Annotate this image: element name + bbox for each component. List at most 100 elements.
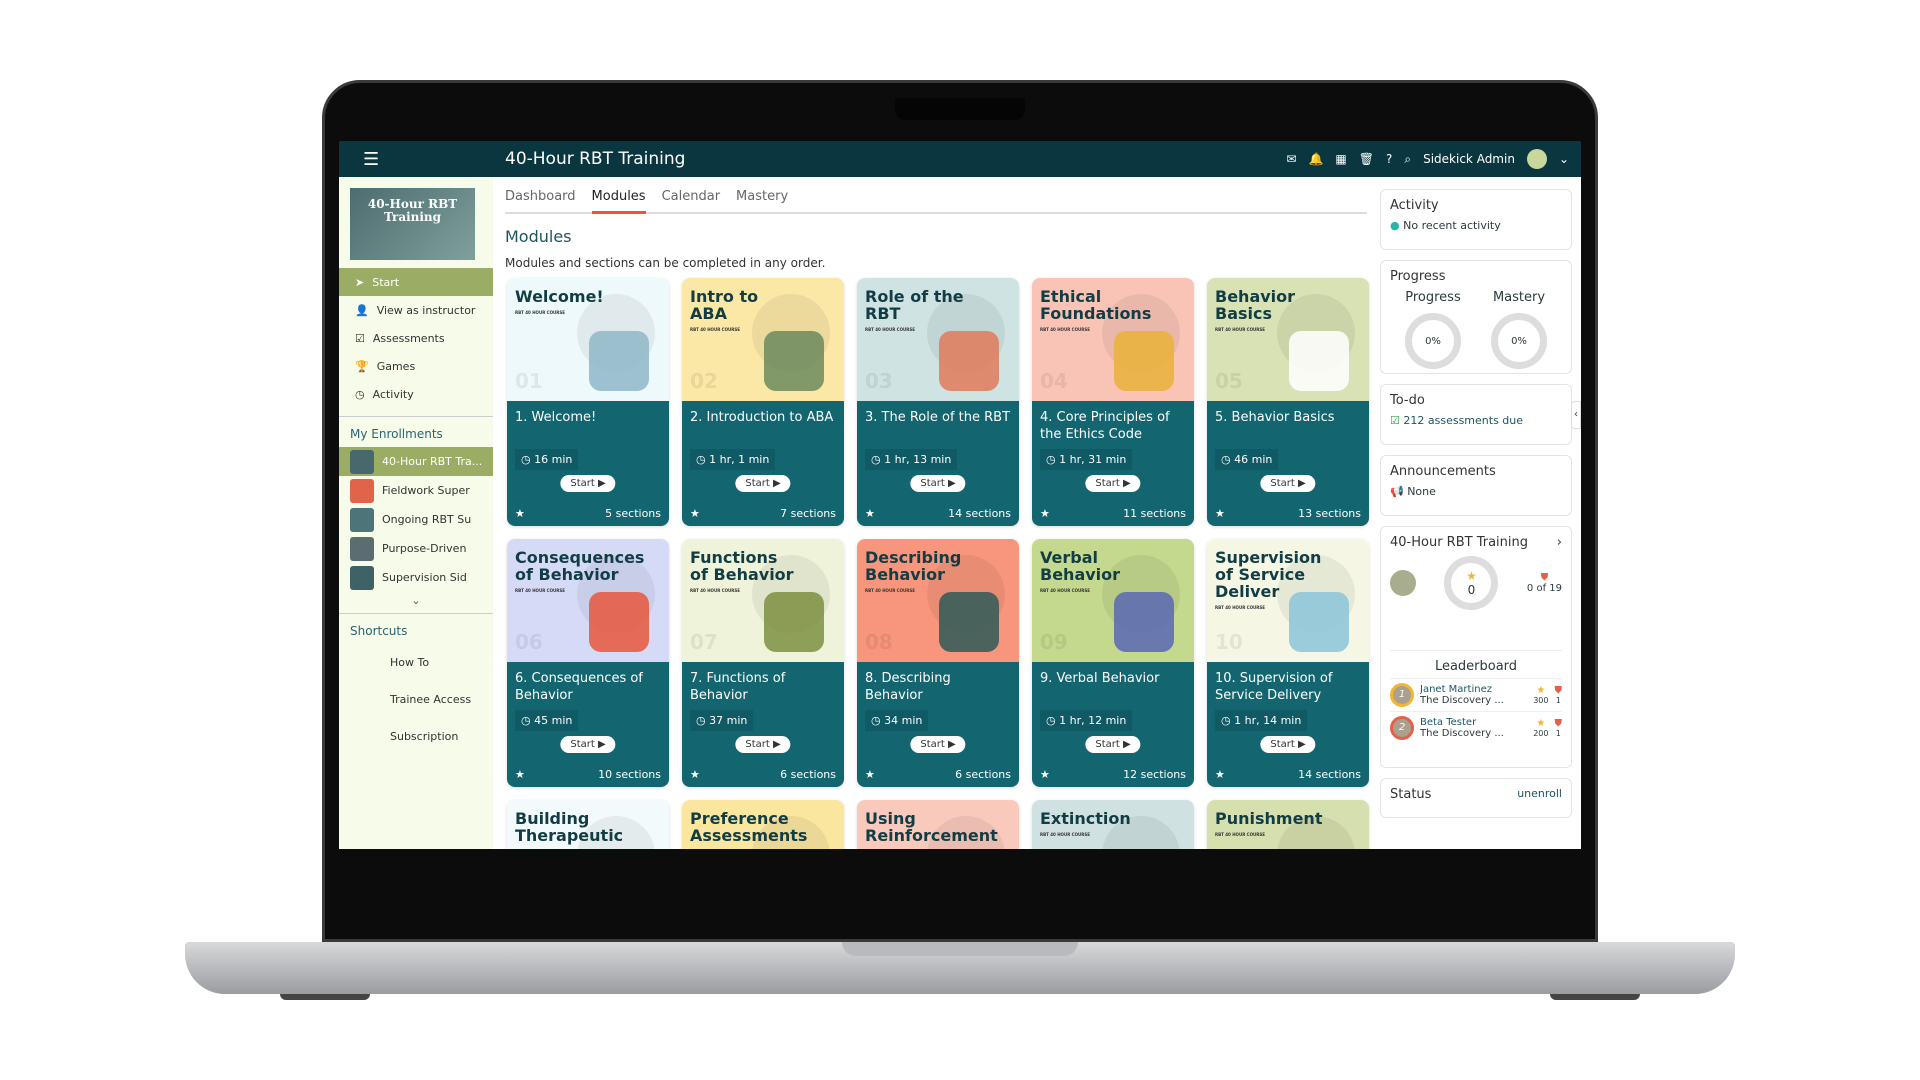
leader-name[interactable]: Beta Tester [1420, 717, 1527, 728]
sections-count: 13 sections [1298, 507, 1361, 520]
tab-calendar[interactable]: Calendar [662, 189, 720, 212]
module-card[interactable]: Verbal Behavior RBT 40 HOUR COURSE 09 9. Ve… [1032, 539, 1194, 787]
module-info: 9. Verbal Behavior ◷ 1 hr, 12 min Start ▶ ★… [1032, 662, 1194, 787]
leader-name[interactable]: Janet Martinez [1420, 684, 1527, 695]
start-button[interactable]: Start ▶ [1085, 736, 1141, 753]
star-icon[interactable]: ★ [515, 507, 525, 520]
tab-dashboard[interactable]: Dashboard [505, 189, 576, 212]
module-card[interactable]: Building TherapeuticRBT 40 HOUR COURSE11 [507, 800, 669, 849]
cover-tag: RBT 40 HOUR COURSE [1040, 327, 1090, 332]
module-cover: Functions of Behavior RBT 40 HOUR COURSE 0… [682, 539, 844, 662]
mail-icon[interactable]: ✉ [1286, 152, 1296, 166]
module-number: 01 [515, 369, 543, 393]
chevron-right-icon[interactable]: › [1557, 535, 1562, 550]
duration: 1 hr, 12 min [1059, 714, 1127, 727]
start-button[interactable]: Start ▶ [560, 736, 616, 753]
leaderboard-row[interactable]: 2 Beta Tester The Discovery ... ★ 200 ⛊ 1 [1390, 711, 1562, 744]
enrollment-item[interactable]: 40-Hour RBT Tra... [339, 447, 493, 476]
star-icon[interactable]: ★ [1040, 768, 1050, 781]
module-title: 4. Core Principles of the Ethics Code [1040, 410, 1170, 442]
megaphone-icon: 📢 [1390, 485, 1404, 498]
start-button[interactable]: Start ▶ [1260, 475, 1316, 492]
module-cover: ExtinctionRBT 40 HOUR COURSE14 [1032, 800, 1194, 849]
sidebar-item-start[interactable]: ➤ Start [339, 268, 493, 296]
unenroll-link[interactable]: unenroll [1517, 787, 1562, 809]
start-button[interactable]: Start ▶ [560, 475, 616, 492]
chevron-down-icon[interactable]: ⌄ [339, 592, 493, 613]
shortcut-item[interactable]: Trainee Access [339, 681, 493, 718]
shortcut-item[interactable]: How To [339, 644, 493, 681]
collapse-panel-button[interactable]: ‹ [1571, 401, 1581, 429]
module-title: 3. The Role of the RBT [865, 410, 1011, 425]
cover-illustration [1289, 592, 1349, 652]
module-card[interactable]: PunishmentRBT 40 HOUR COURSE15 [1207, 800, 1369, 849]
module-card[interactable]: Consequences of Behavior RBT 40 HOUR COUR… [507, 539, 669, 787]
module-card[interactable]: Behavior Basics RBT 40 HOUR COURSE 05 5. Be… [1207, 278, 1369, 526]
module-card[interactable]: ExtinctionRBT 40 HOUR COURSE14 [1032, 800, 1194, 849]
avatar[interactable] [1526, 149, 1547, 169]
sidebar-item-assessments[interactable]: ☑ Assessments [339, 324, 493, 352]
star-icon[interactable]: ★ [865, 507, 875, 520]
module-card[interactable]: Supervision of Service Deliver RBT 40 HOU… [1207, 539, 1369, 787]
cover-title: Role of the RBT [865, 287, 964, 323]
start-button[interactable]: Start ▶ [735, 736, 791, 753]
star-icon[interactable]: ★ [1040, 507, 1050, 520]
module-card[interactable]: Role of the RBT RBT 40 HOUR COURSE 03 3. Th… [857, 278, 1019, 526]
enrollment-item[interactable]: Fieldwork Super [339, 476, 493, 505]
leader-org: The Discovery ... [1420, 728, 1504, 739]
right-panel: Activity ● No recent activity Progress P… [1380, 189, 1572, 828]
sidebar-item-games[interactable]: 🏆 Games [339, 352, 493, 380]
leaderboard-row[interactable]: 1 Janet Martinez The Discovery ... ★ 300 ⛊ 1 [1390, 678, 1562, 711]
sidebar-item-view-as-instructor[interactable]: 👤 View as instructor [339, 296, 493, 324]
module-card[interactable]: Describing Behavior RBT 40 HOUR COURSE 08 8… [857, 539, 1019, 787]
nav-icon: ◷ [355, 387, 365, 401]
star-icon[interactable]: ★ [690, 768, 700, 781]
announcements-panel: Announcements 📢 None [1380, 455, 1572, 516]
module-card[interactable]: Using ReinforcementRBT 40 HOUR COURSE13 [857, 800, 1019, 849]
cover-illustration [764, 331, 824, 391]
shortcut-item[interactable]: Subscription [339, 718, 493, 755]
search-icon[interactable]: ⌕ [1404, 152, 1411, 167]
enrollment-item[interactable]: Supervision Sid [339, 563, 493, 592]
duration: 45 min [534, 714, 573, 727]
duration: 1 hr, 14 min [1234, 714, 1302, 727]
bell-icon[interactable]: 🔔 [1308, 152, 1323, 166]
star-icon[interactable]: ★ [515, 768, 525, 781]
module-card[interactable]: Preference AssessmentsRBT 40 HOUR COURSE… [682, 800, 844, 849]
start-button[interactable]: Start ▶ [910, 736, 966, 753]
star-icon[interactable]: ★ [690, 507, 700, 520]
module-card[interactable]: Ethical Foundations RBT 40 HOUR COURSE 04 4… [1032, 278, 1194, 526]
module-card[interactable]: Intro to ABA RBT 40 HOUR COURSE 02 2. Intro… [682, 278, 844, 526]
star-icon[interactable]: ★ [865, 768, 875, 781]
enrollment-thumbnail [350, 478, 374, 503]
hamburger-menu-icon[interactable]: ☰ [363, 149, 383, 170]
todo-link[interactable]: 212 assessments due [1403, 414, 1523, 427]
sidebar-item-label: View as instructor [376, 303, 476, 317]
star-icon[interactable]: ★ [1215, 507, 1225, 520]
trash-icon[interactable]: 🗑 [1359, 152, 1374, 166]
module-card[interactable]: Welcome! RBT 40 HOUR COURSE 01 1. Welcome! ◷… [507, 278, 669, 526]
module-number: 05 [1215, 369, 1243, 393]
enrollment-item[interactable]: Purpose-Driven [339, 534, 493, 563]
sidebar-item-activity[interactable]: ◷ Activity [339, 380, 493, 408]
module-card[interactable]: Functions of Behavior RBT 40 HOUR COURSE 0… [682, 539, 844, 787]
start-button[interactable]: Start ▶ [910, 475, 966, 492]
user-name[interactable]: Sidekick Admin [1423, 152, 1515, 166]
cover-tag: RBT 40 HOUR COURSE [515, 310, 565, 315]
course-thumbnail[interactable]: 40-Hour RBT Training [350, 188, 475, 260]
chevron-down-icon[interactable]: ⌄ [1559, 152, 1569, 166]
panel-title[interactable]: 40-Hour RBT Training [1390, 535, 1528, 550]
tab-mastery[interactable]: Mastery [736, 189, 788, 212]
start-button[interactable]: Start ▶ [1260, 736, 1316, 753]
module-cover: Consequences of Behavior RBT 40 HOUR COUR… [507, 539, 669, 662]
enrollment-item[interactable]: Ongoing RBT Su [339, 505, 493, 534]
calendar-icon[interactable]: ▦ [1335, 152, 1346, 166]
star-icon[interactable]: ★ [1215, 768, 1225, 781]
start-button[interactable]: Start ▶ [1085, 475, 1141, 492]
tab-modules[interactable]: Modules [591, 189, 646, 214]
start-button[interactable]: Start ▶ [735, 475, 791, 492]
laptop-groove [842, 942, 1078, 956]
duration: 34 min [884, 714, 923, 727]
help-icon[interactable]: ? [1386, 152, 1392, 166]
duration-chip: ◷ 1 hr, 1 min [690, 449, 776, 470]
